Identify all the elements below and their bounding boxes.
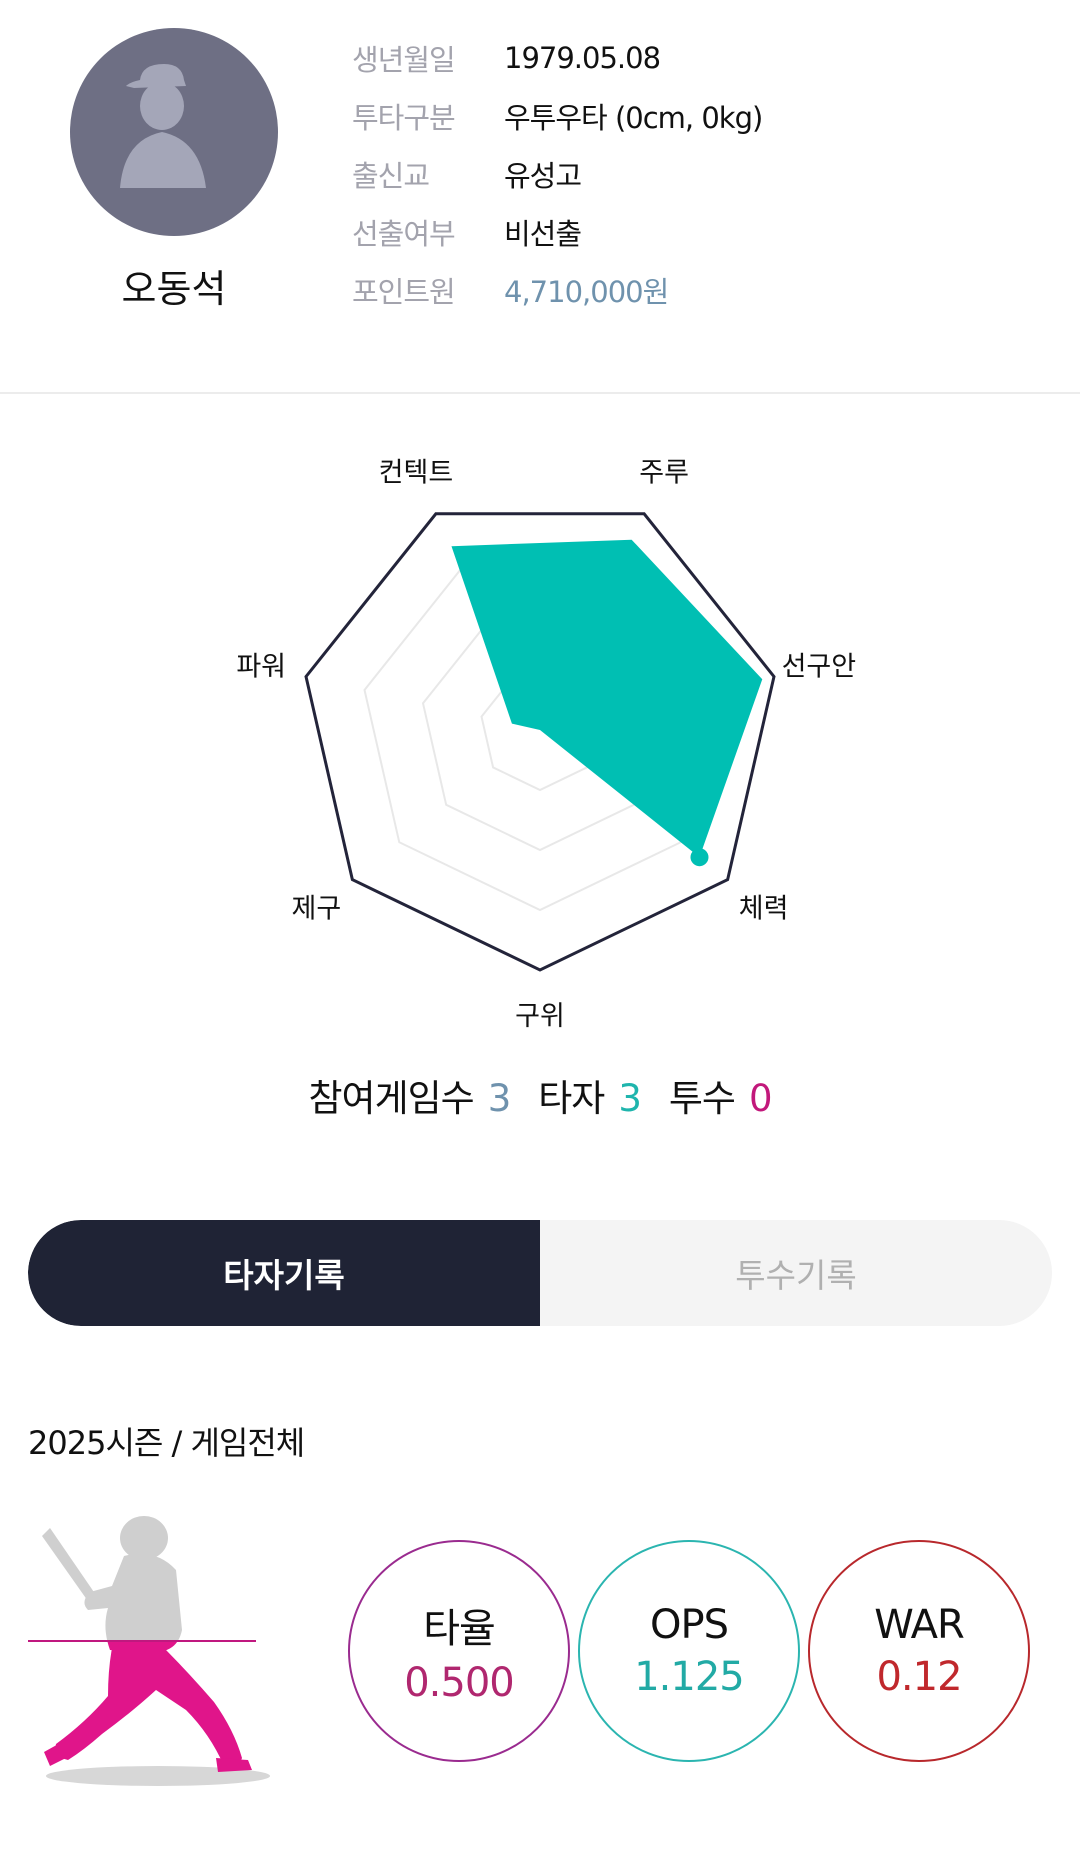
- player-silhouette-icon: [120, 64, 206, 188]
- stat-circle-ops: OPS 1.125: [578, 1540, 800, 1762]
- radar-axis-label: 컨텍트: [379, 457, 454, 488]
- radar-axis-label: 체력: [739, 893, 789, 924]
- info-row-points: 포인트원 4,710,000원: [352, 268, 669, 312]
- info-value: 1979.05.08: [504, 41, 661, 75]
- info-label: 포인트원: [352, 275, 456, 309]
- radar-axis-label: 파워: [236, 651, 286, 682]
- radar-axis-label: 선구안: [782, 651, 857, 682]
- stat-label: 타율: [423, 1606, 496, 1652]
- radar-axis-label: 주루: [639, 457, 689, 488]
- games-played-count: 3: [487, 1077, 512, 1120]
- tab-batting-record[interactable]: 타자기록: [28, 1220, 540, 1326]
- info-label: 생년월일: [352, 43, 456, 77]
- games-played-label: 참여게임수: [308, 1077, 474, 1120]
- stat-value: 1.125: [634, 1654, 745, 1700]
- games-summary: 참여게임수 3 타자 3 투수 0: [0, 1068, 1080, 1122]
- tab-pitching-record[interactable]: 투수기록: [540, 1220, 1052, 1326]
- info-row-school: 출신교 유성고: [352, 152, 582, 196]
- batter-silhouette-icon: [28, 1516, 270, 1786]
- batter-games-label: 타자: [538, 1077, 605, 1120]
- info-value-points: 4,710,000원: [504, 275, 669, 309]
- info-value: 우투우타 (0cm, 0kg): [504, 101, 763, 135]
- ability-radar-chart: 컨텍트 주루선구안체력구위 제구 파워: [0, 394, 1080, 1054]
- radar-axis-label: 구위: [515, 1001, 565, 1032]
- pitcher-games-count: 0: [748, 1077, 773, 1120]
- info-label: 투타구분: [352, 101, 456, 135]
- stat-circle-batting-average: 타율 0.500: [348, 1540, 570, 1762]
- info-label: 선출여부: [352, 217, 456, 251]
- radar-svg: 컨텍트 주루선구안체력구위 제구 파워: [236, 457, 857, 1032]
- player-profile: 오동석 생년월일 1979.05.08 투타구분 우투우타 (0cm, 0kg)…: [0, 0, 1080, 394]
- stat-value: 0.500: [404, 1660, 515, 1706]
- stat-label: OPS: [650, 1602, 729, 1648]
- batter-figure: [28, 1490, 308, 1790]
- info-row-pro-status: 선출여부 비선출: [352, 210, 582, 254]
- info-label: 출신교: [352, 159, 430, 193]
- radar-value-area: [451, 539, 763, 858]
- radar-value-point: [690, 848, 709, 867]
- stat-circle-war: WAR 0.12: [808, 1540, 1030, 1762]
- info-value: 유성고: [504, 159, 582, 193]
- batter-games-count: 3: [618, 1077, 642, 1120]
- info-value: 비선출: [504, 217, 582, 251]
- record-tabs: 타자기록 투수기록: [28, 1220, 1052, 1326]
- info-row-birthdate: 생년월일 1979.05.08: [352, 36, 661, 80]
- stat-label: WAR: [874, 1602, 965, 1648]
- radar-axis-label: 제구: [292, 893, 342, 924]
- player-name: 오동석: [121, 267, 227, 311]
- season-filter-label: 2025시즌 / 게임전체: [28, 1424, 305, 1462]
- player-avatar: [70, 28, 278, 236]
- pitcher-games-label: 투수: [668, 1077, 736, 1120]
- stat-value: 0.12: [876, 1654, 962, 1700]
- info-row-throw-bat: 투타구분 우투우타 (0cm, 0kg): [352, 94, 763, 138]
